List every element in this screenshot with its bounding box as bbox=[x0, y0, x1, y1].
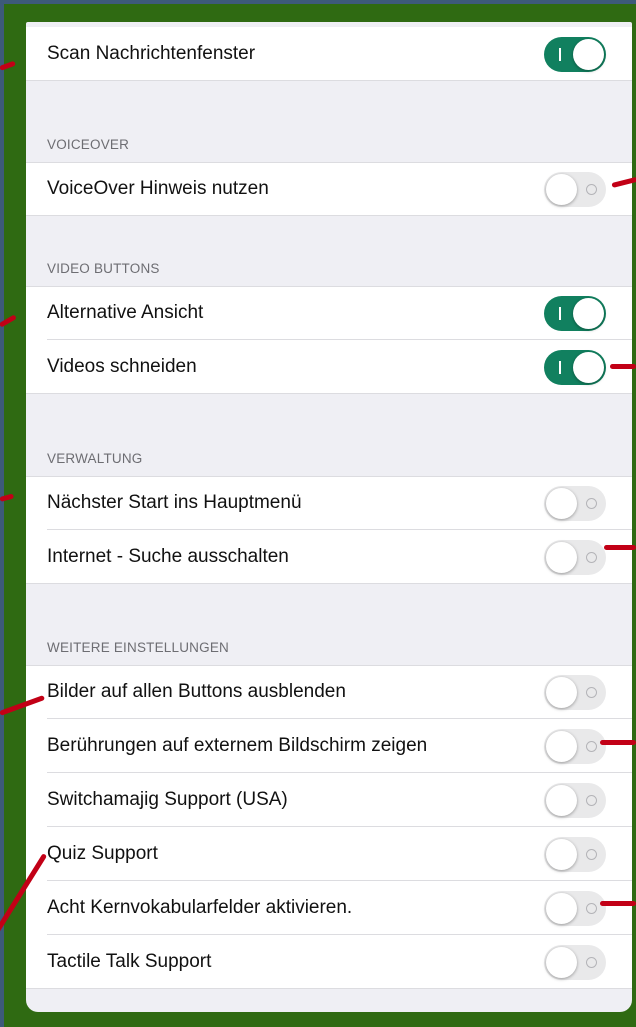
toggle-off-mark-icon bbox=[586, 957, 597, 968]
setting-row-videos-schneiden: Videos schneiden bbox=[26, 340, 632, 394]
bilder-ausblenden-toggle[interactable] bbox=[544, 675, 606, 710]
section-header-voiceover: VOICEOVER bbox=[47, 137, 130, 152]
setting-label: Quiz Support bbox=[47, 843, 158, 864]
switchamajig-support-toggle[interactable] bbox=[544, 783, 606, 818]
setting-label: Internet - Suche ausschalten bbox=[47, 546, 289, 567]
beruehrungen-zeigen-toggle[interactable] bbox=[544, 729, 606, 764]
toggle-knob bbox=[546, 839, 577, 870]
toggle-off-mark-icon bbox=[586, 741, 597, 752]
section-header-video-buttons: VIDEO BUTTONS bbox=[47, 261, 160, 276]
toggle-off-mark-icon bbox=[586, 795, 597, 806]
toggle-off-mark-icon bbox=[586, 903, 597, 914]
toggle-on-mark-icon bbox=[559, 361, 561, 374]
setting-label: Alternative Ansicht bbox=[47, 302, 204, 323]
toggle-knob bbox=[546, 947, 577, 978]
toggle-off-mark-icon bbox=[586, 687, 597, 698]
toggle-off-mark-icon bbox=[586, 498, 597, 509]
toggle-knob bbox=[573, 39, 604, 70]
internet-suche-toggle[interactable] bbox=[544, 540, 606, 575]
setting-row-scan-nachrichtenfenster: Scan Nachrichtenfenster bbox=[26, 27, 632, 81]
toggle-knob bbox=[546, 785, 577, 816]
setting-row-alternative-ansicht: Alternative Ansicht bbox=[26, 286, 632, 340]
setting-row-voiceover-hinweis: VoiceOver Hinweis nutzen bbox=[26, 162, 632, 216]
setting-row-beruehrungen-zeigen: Berührungen auf externem Bildschirm zeig… bbox=[26, 719, 632, 773]
setting-label: Nächster Start ins Hauptmenü bbox=[47, 492, 302, 513]
toggle-knob bbox=[573, 352, 604, 383]
setting-row-tactile-talk-support: Tactile Talk Support bbox=[26, 935, 632, 989]
toggle-knob bbox=[573, 298, 604, 329]
toggle-off-mark-icon bbox=[586, 184, 597, 195]
toggle-off-mark-icon bbox=[586, 849, 597, 860]
scan-nachrichtenfenster-toggle[interactable] bbox=[544, 37, 606, 72]
toggle-knob bbox=[546, 174, 577, 205]
kernvokabularfelder-toggle[interactable] bbox=[544, 891, 606, 926]
settings-panel: Scan Nachrichtenfenster VOICEOVER VoiceO… bbox=[26, 22, 632, 1012]
setting-label: Scan Nachrichtenfenster bbox=[47, 43, 256, 64]
setting-label: Bilder auf allen Buttons ausblenden bbox=[47, 681, 346, 702]
quiz-support-toggle[interactable] bbox=[544, 837, 606, 872]
setting-label: VoiceOver Hinweis nutzen bbox=[47, 178, 269, 199]
section-header-weitere-einstellungen: WEITERE EINSTELLUNGEN bbox=[47, 640, 229, 655]
voiceover-hinweis-toggle[interactable] bbox=[544, 172, 606, 207]
setting-row-naechster-start: Nächster Start ins Hauptmenü bbox=[26, 476, 632, 530]
setting-row-switchamajig-support: Switchamajig Support (USA) bbox=[26, 773, 632, 827]
setting-label: Tactile Talk Support bbox=[47, 951, 212, 972]
annotation-pointer-line bbox=[604, 545, 636, 550]
setting-label: Berührungen auf externem Bildschirm zeig… bbox=[47, 735, 428, 756]
toggle-knob bbox=[546, 542, 577, 573]
section-header-verwaltung: VERWALTUNG bbox=[47, 451, 143, 466]
setting-label: Acht Kernvokabularfelder aktivieren. bbox=[47, 897, 353, 918]
toggle-knob bbox=[546, 731, 577, 762]
naechster-start-toggle[interactable] bbox=[544, 486, 606, 521]
setting-row-bilder-ausblenden: Bilder auf allen Buttons ausblenden bbox=[26, 665, 632, 719]
toggle-knob bbox=[546, 488, 577, 519]
annotation-pointer-line bbox=[610, 364, 636, 369]
setting-row-kernvokabularfelder: Acht Kernvokabularfelder aktivieren. bbox=[26, 881, 632, 935]
setting-label: Videos schneiden bbox=[47, 356, 197, 377]
annotation-pointer-line bbox=[600, 901, 636, 906]
setting-row-quiz-support: Quiz Support bbox=[26, 827, 632, 881]
tactile-talk-support-toggle[interactable] bbox=[544, 945, 606, 980]
toggle-knob bbox=[546, 677, 577, 708]
videos-schneiden-toggle[interactable] bbox=[544, 350, 606, 385]
alternative-ansicht-toggle[interactable] bbox=[544, 296, 606, 331]
toggle-knob bbox=[546, 893, 577, 924]
annotation-pointer-line bbox=[600, 740, 636, 745]
toggle-on-mark-icon bbox=[559, 307, 561, 320]
setting-label: Switchamajig Support (USA) bbox=[47, 789, 288, 810]
setting-row-internet-suche: Internet - Suche ausschalten bbox=[26, 530, 632, 584]
toggle-on-mark-icon bbox=[559, 48, 561, 61]
toggle-off-mark-icon bbox=[586, 552, 597, 563]
